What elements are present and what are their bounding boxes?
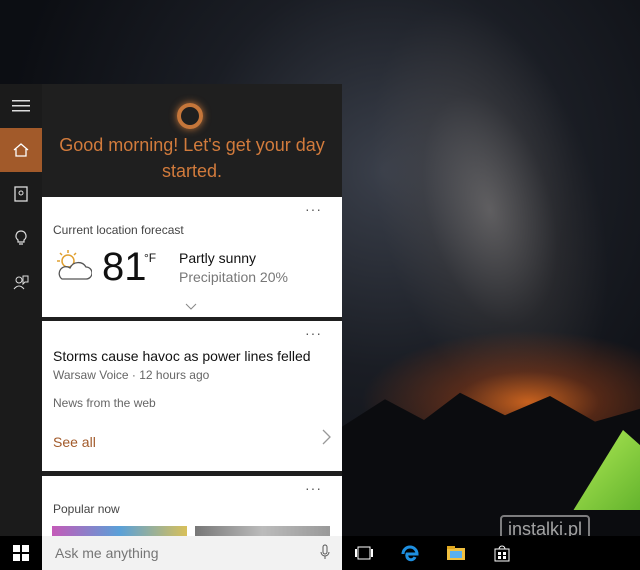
search-box[interactable] (42, 536, 342, 570)
search-input[interactable] (53, 544, 297, 562)
notebook-icon (14, 186, 28, 202)
popular-card[interactable]: ··· Popular now (42, 476, 342, 536)
feedback-button[interactable] (0, 260, 42, 304)
see-all-link[interactable]: See all (53, 434, 96, 450)
microphone-icon[interactable] (320, 544, 330, 563)
task-view-icon[interactable] (352, 541, 376, 565)
home-button[interactable] (0, 128, 42, 172)
taskbar (0, 536, 640, 570)
weather-more-button[interactable]: ··· (305, 201, 322, 217)
popular-more-button[interactable]: ··· (305, 480, 322, 496)
weather-card-title: Current location forecast (53, 223, 184, 237)
start-button[interactable] (0, 536, 42, 570)
left-rail (0, 84, 42, 536)
news-card[interactable]: ··· Storms cause havoc as power lines fe… (42, 321, 342, 471)
lightbulb-icon (15, 230, 27, 245)
partly-sunny-icon (57, 250, 92, 280)
weather-card[interactable]: ··· Current location forecast 81 °F Part… (42, 197, 342, 317)
notebook-button[interactable] (0, 172, 42, 216)
greeting-text: Good morning! Let's get your day started… (59, 135, 325, 181)
weather-condition: Partly sunny (179, 250, 257, 266)
news-more-button[interactable]: ··· (305, 325, 322, 341)
chevron-right-icon[interactable] (322, 429, 332, 450)
reminders-button[interactable] (0, 216, 42, 260)
temperature-unit: °F (144, 251, 157, 265)
cortana-circle-icon (177, 103, 203, 129)
cortana-panel: Good morning! Let's get your day started… (0, 84, 342, 536)
greeting-area: Good morning! Let's get your day started… (42, 84, 342, 196)
feedback-icon (13, 275, 29, 290)
home-icon (13, 143, 29, 157)
popular-title: Popular now (53, 502, 120, 516)
news-headline[interactable]: Storms cause havoc as power lines felled (53, 348, 311, 364)
popular-thumbnail[interactable] (52, 526, 187, 536)
cortana-content: Good morning! Let's get your day started… (42, 84, 342, 536)
windows-logo-icon (13, 545, 29, 561)
hamburger-icon (12, 100, 30, 112)
hamburger-button[interactable] (0, 84, 42, 128)
edge-browser-icon[interactable] (398, 541, 422, 565)
store-icon[interactable] (490, 541, 514, 565)
precipitation: Precipitation 20% (179, 269, 288, 285)
temperature: 81 (102, 245, 147, 289)
news-section: News from the web (53, 396, 156, 410)
news-source: Warsaw Voice · 12 hours ago (53, 368, 210, 382)
expand-chevron-icon[interactable] (185, 301, 197, 313)
file-explorer-icon[interactable] (444, 541, 468, 565)
popular-thumbnail[interactable] (195, 526, 330, 536)
